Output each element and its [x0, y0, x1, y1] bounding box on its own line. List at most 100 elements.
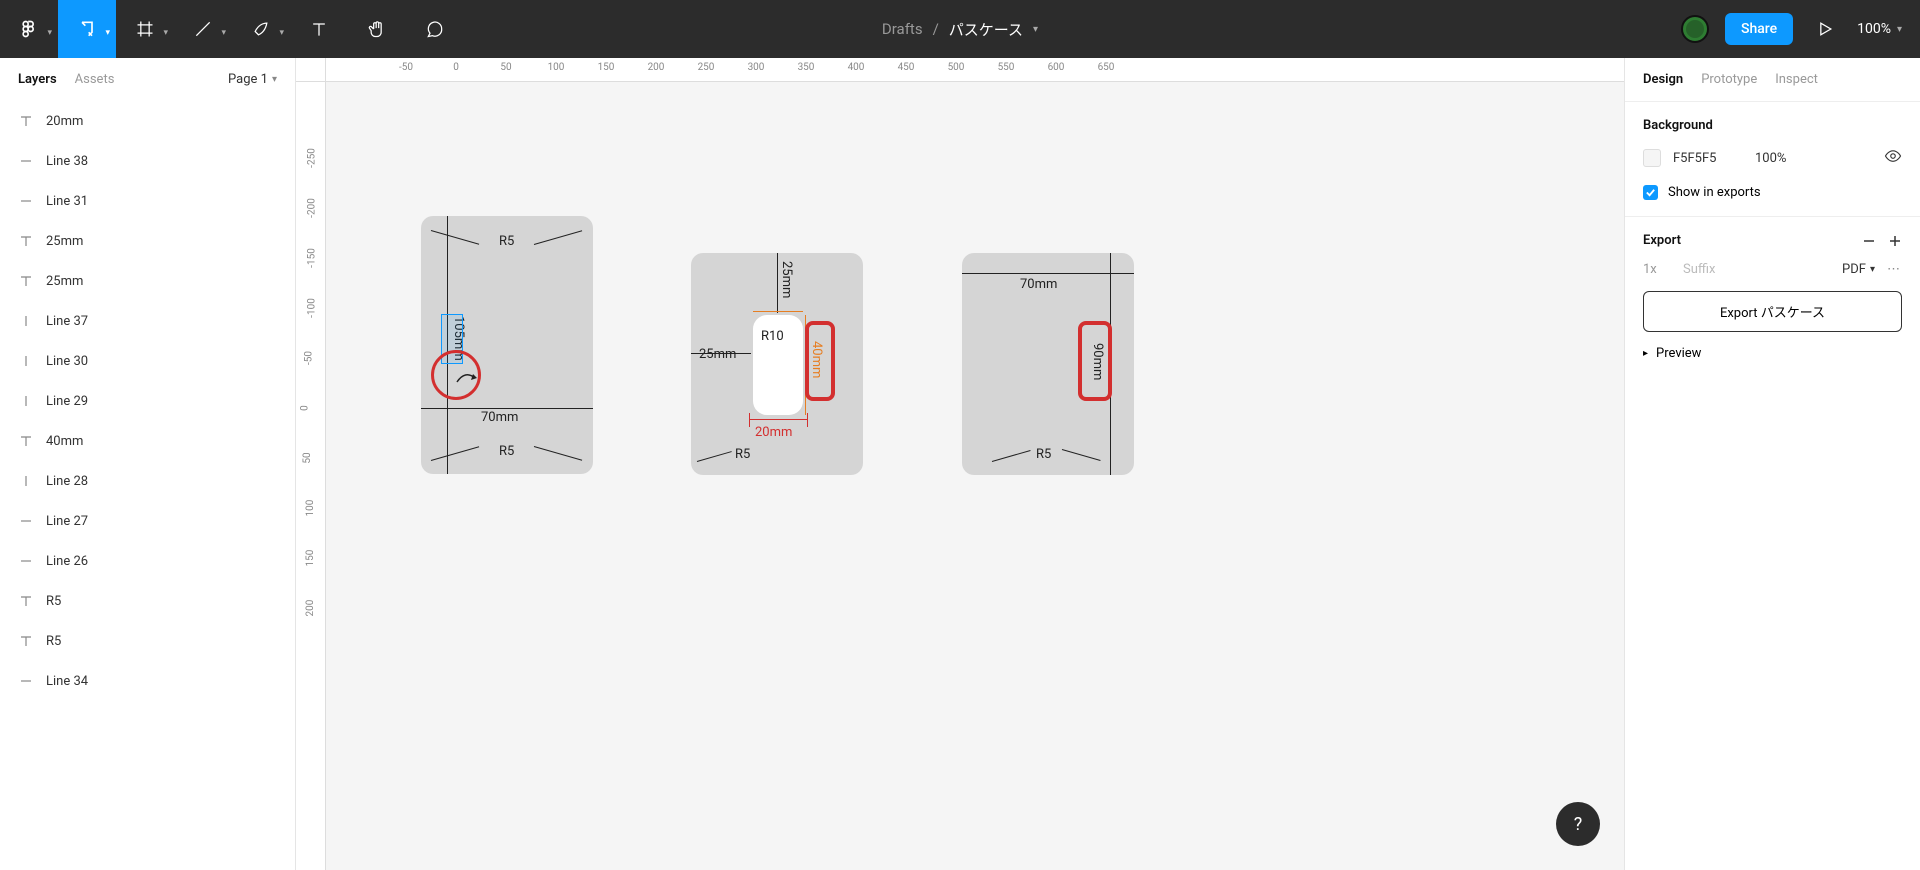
help-button[interactable]: ?	[1556, 802, 1600, 846]
layer-item[interactable]: Line 37	[0, 301, 295, 341]
pencil-icon	[251, 19, 271, 39]
layer-name: 40mm	[46, 434, 83, 449]
layer-type-icon	[18, 673, 34, 689]
export-format[interactable]: PDF ▾	[1842, 262, 1875, 277]
layer-item[interactable]: 40mm	[0, 421, 295, 461]
comment-tool-button[interactable]	[406, 0, 464, 58]
figma-logo-icon	[19, 19, 39, 39]
layer-type-icon	[18, 393, 34, 409]
layer-item[interactable]: Line 29	[0, 381, 295, 421]
export-section: Export 1x Suffix PDF ▾ ⋯ Export パスケース ▸ …	[1625, 217, 1920, 377]
guide-h	[962, 273, 1134, 274]
present-button[interactable]	[1809, 0, 1841, 58]
layer-type-icon	[18, 513, 34, 529]
hand-icon	[367, 19, 387, 39]
cursor-icon	[455, 368, 477, 386]
artboard-2[interactable]: 25mm 25mm R10 40mm 20mm R5	[691, 253, 863, 475]
layer-name: Line 29	[46, 394, 88, 409]
color-opacity[interactable]: 100%	[1755, 151, 1786, 166]
tab-assets[interactable]: Assets	[75, 72, 115, 87]
drafts-label: Drafts	[882, 20, 923, 38]
corner-line	[697, 451, 732, 462]
layer-item[interactable]: Line 34	[0, 661, 295, 701]
background-section: Background F5F5F5 100% Show in exports	[1625, 102, 1920, 217]
tab-layers[interactable]: Layers	[18, 72, 57, 87]
section-title: Export	[1643, 233, 1681, 248]
preview-toggle[interactable]: ▸ Preview	[1643, 346, 1902, 361]
artboard-3[interactable]: 70mm 90mm R5	[962, 253, 1134, 475]
eye-icon	[1884, 147, 1902, 165]
move-tool-button[interactable]: ▾	[58, 0, 116, 58]
minus-icon[interactable]	[1862, 234, 1876, 248]
layer-type-icon	[18, 353, 34, 369]
share-button[interactable]: Share	[1725, 13, 1793, 45]
export-suffix[interactable]: Suffix	[1683, 262, 1830, 277]
layer-item[interactable]: 20mm	[0, 101, 295, 141]
plus-icon[interactable]	[1888, 234, 1902, 248]
layer-item[interactable]: Line 26	[0, 541, 295, 581]
color-swatch[interactable]	[1643, 149, 1661, 167]
layer-item[interactable]: Line 31	[0, 181, 295, 221]
show-exports-checkbox[interactable]	[1643, 185, 1658, 200]
chevron-down-icon: ▾	[272, 74, 277, 85]
color-hex[interactable]: F5F5F5	[1673, 151, 1743, 166]
corner-line	[431, 446, 479, 461]
line-icon	[193, 19, 213, 39]
layer-type-icon	[18, 113, 34, 129]
zoom-control[interactable]: 100% ▾	[1857, 21, 1902, 37]
chevron-down-icon: ▾	[1897, 24, 1902, 35]
dim-tick	[807, 413, 808, 427]
user-avatar[interactable]	[1681, 15, 1709, 43]
layer-type-icon	[18, 153, 34, 169]
layer-type-icon	[18, 593, 34, 609]
chevron-down-icon: ▾	[279, 28, 284, 38]
layer-item[interactable]: Line 38	[0, 141, 295, 181]
zoom-value: 100%	[1857, 21, 1891, 37]
frame-tool-button[interactable]: ▾	[116, 0, 174, 58]
layer-item[interactable]: 25mm	[0, 261, 295, 301]
chevron-down-icon: ▾	[1033, 24, 1038, 35]
figma-menu-button[interactable]: ▾	[0, 0, 58, 58]
layer-item[interactable]: Line 27	[0, 501, 295, 541]
chevron-down-icon: ▾	[105, 28, 110, 38]
caret-right-icon: ▸	[1643, 348, 1648, 359]
layer-name: Line 28	[46, 474, 88, 489]
label-20mm: 20mm	[755, 425, 792, 440]
layer-item[interactable]: 25mm	[0, 221, 295, 261]
layer-item[interactable]: R5	[0, 581, 295, 621]
pencil-tool-button[interactable]: ▾	[232, 0, 290, 58]
layer-name: 25mm	[46, 234, 83, 249]
text-tool-button[interactable]	[290, 0, 348, 58]
canvas-area[interactable]: -500501001502002503003504004505005506006…	[296, 58, 1624, 870]
visibility-toggle[interactable]	[1884, 147, 1902, 169]
layer-name: Line 27	[46, 514, 88, 529]
file-breadcrumb[interactable]: Drafts / パスケース ▾	[882, 19, 1038, 40]
layer-name: Line 30	[46, 354, 88, 369]
export-button[interactable]: Export パスケース	[1643, 291, 1902, 332]
layer-type-icon	[18, 553, 34, 569]
layer-item[interactable]: Line 28	[0, 461, 295, 501]
pen-tool-button[interactable]: ▾	[174, 0, 232, 58]
corner-line	[1062, 449, 1101, 461]
text-icon	[309, 19, 329, 39]
layer-type-icon	[18, 313, 34, 329]
hand-tool-button[interactable]	[348, 0, 406, 58]
play-icon	[1815, 19, 1835, 39]
export-options[interactable]: ⋯	[1887, 262, 1902, 277]
top-toolbar: ▾ ▾ ▾ ▾ ▾ Drafts / パスケース ▾	[0, 0, 1920, 58]
layer-item[interactable]: Line 30	[0, 341, 295, 381]
tab-design[interactable]: Design	[1643, 72, 1683, 87]
layer-item[interactable]: R5	[0, 621, 295, 661]
canvas-content: R5 R5 70mm 105mm 25mm 25mm R10 40mm	[296, 58, 1624, 870]
frame-icon	[135, 19, 155, 39]
page-selector[interactable]: Page 1 ▾	[228, 72, 277, 87]
artboard-1[interactable]: R5 R5 70mm 105mm	[421, 216, 593, 474]
chevron-down-icon: ▾	[47, 28, 52, 38]
corner-line	[431, 230, 479, 245]
export-scale[interactable]: 1x	[1643, 262, 1671, 277]
section-title: Background	[1643, 118, 1902, 133]
dim-line	[753, 311, 803, 312]
tab-inspect[interactable]: Inspect	[1775, 72, 1818, 87]
chevron-down-icon: ▾	[221, 28, 226, 38]
tab-prototype[interactable]: Prototype	[1701, 72, 1757, 87]
